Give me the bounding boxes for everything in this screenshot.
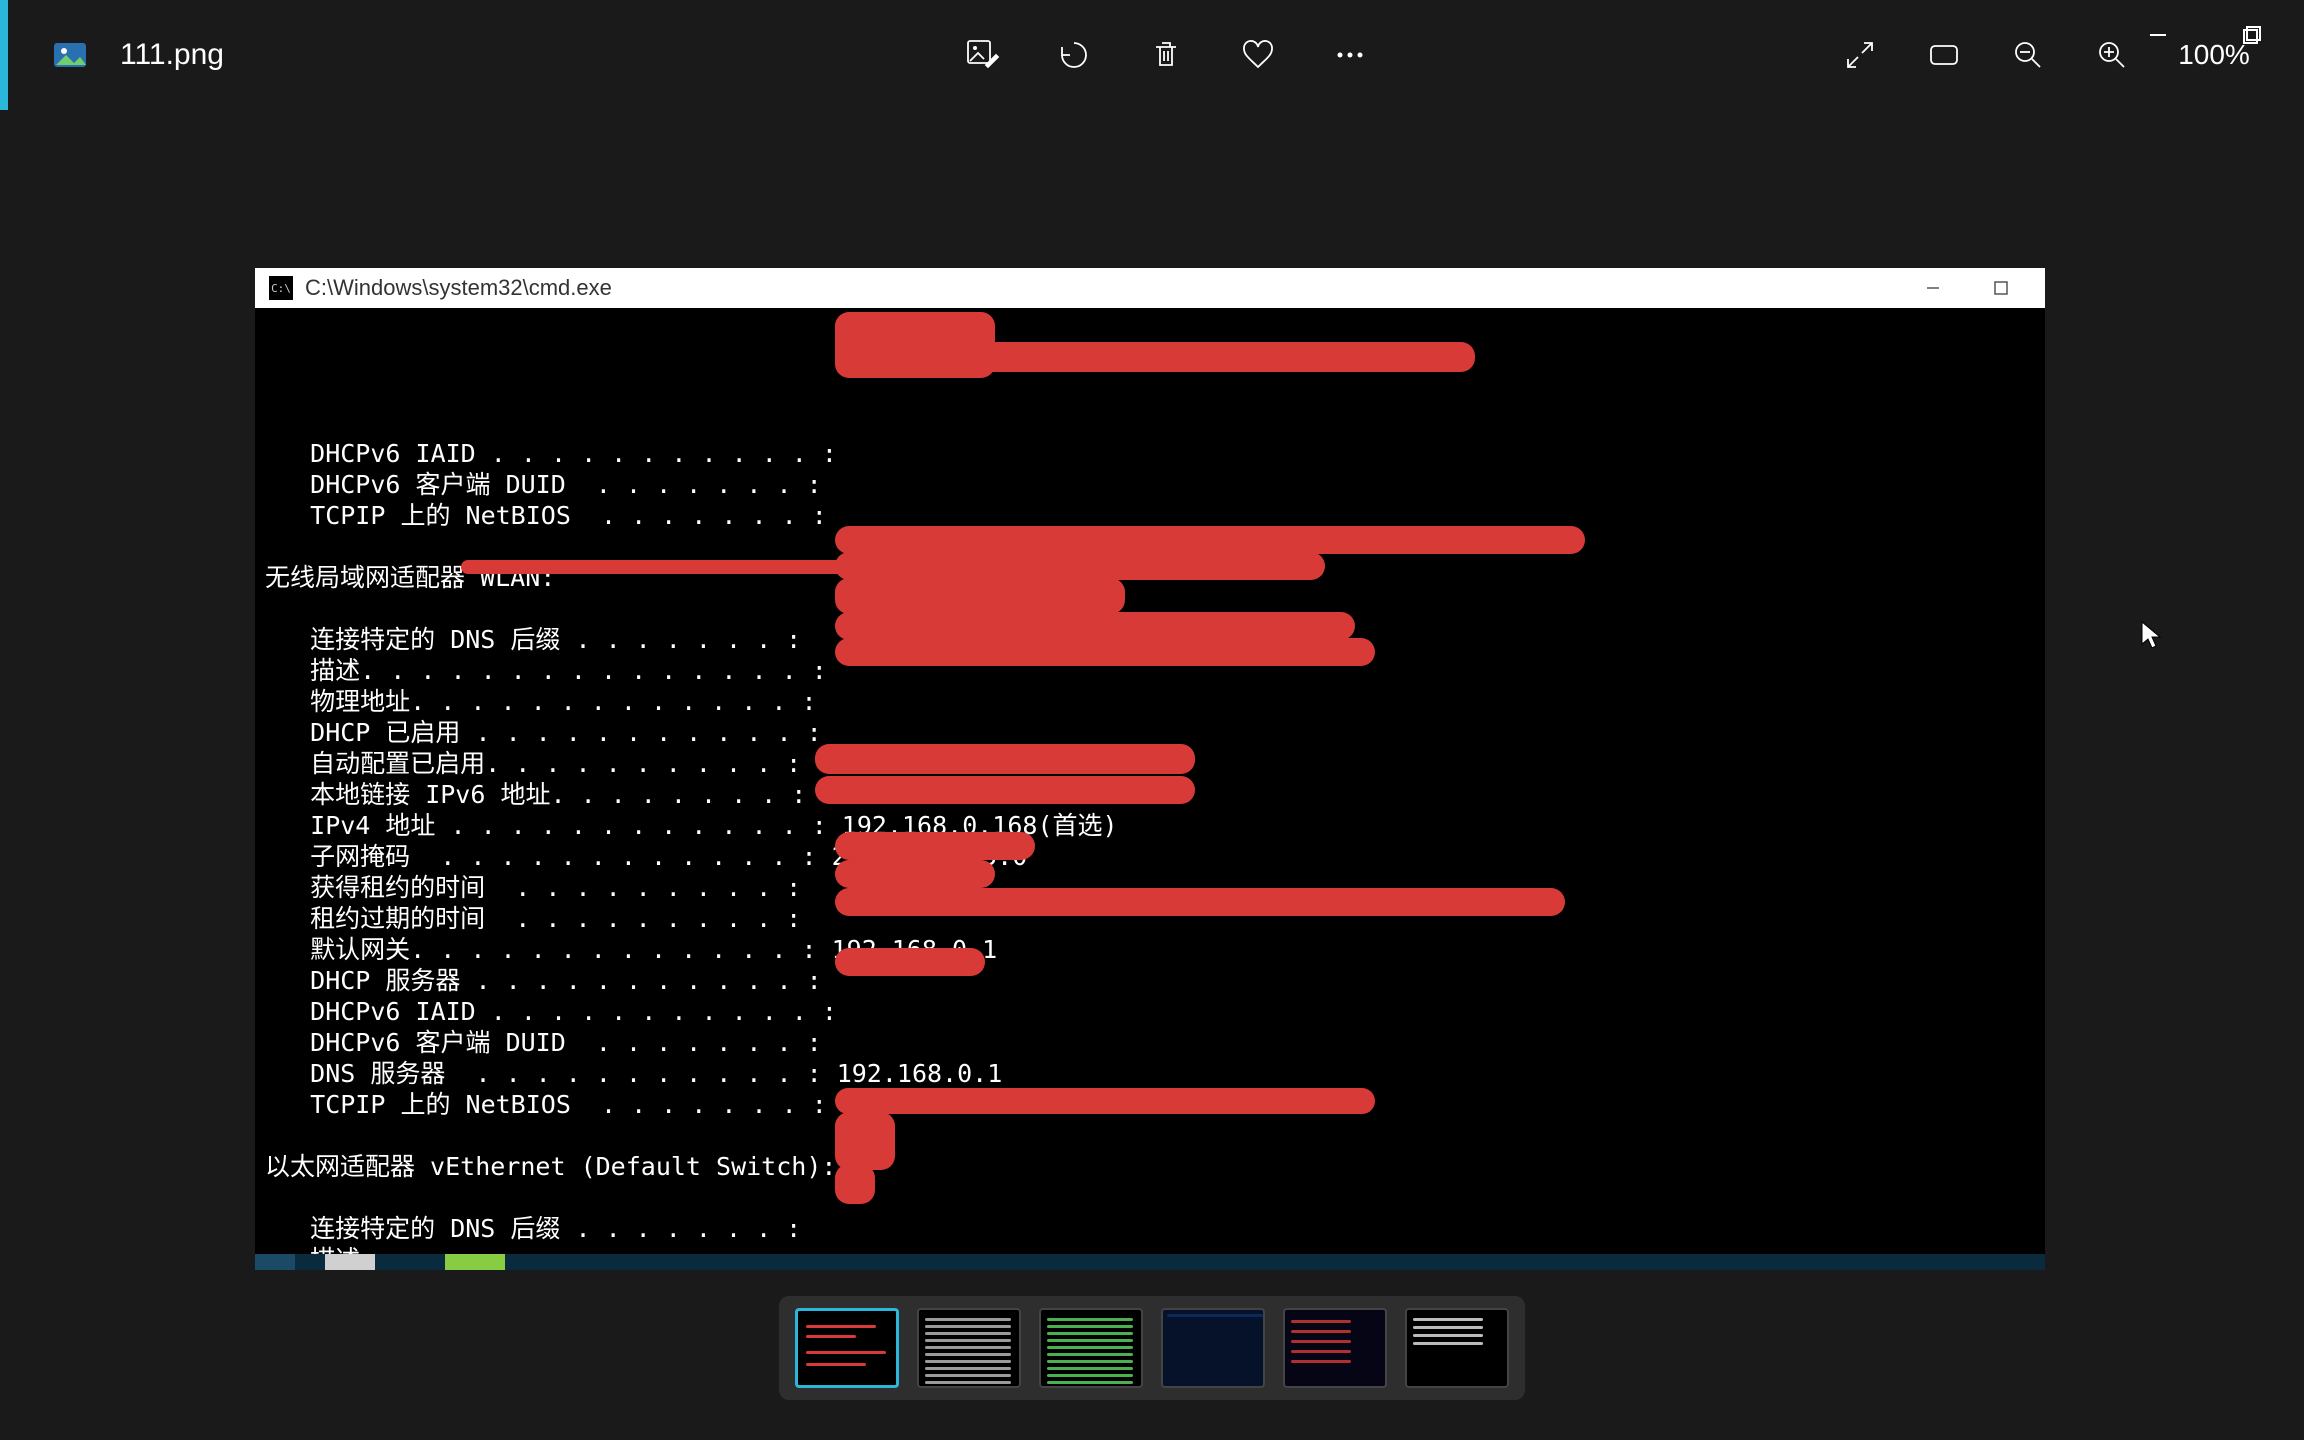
cmd-window-titlebar: C:\ C:\Windows\system32\cmd.exe bbox=[255, 268, 2045, 308]
redaction-mark bbox=[815, 776, 1195, 804]
fit-to-window-button[interactable] bbox=[1922, 33, 1966, 77]
cmd-output-line: DHCPv6 客户端 DUID . . . . . . . : bbox=[265, 1027, 2035, 1058]
image-viewport[interactable]: C:\ C:\Windows\system32\cmd.exe DHCPv6 I… bbox=[255, 268, 2045, 1270]
cmd-output-line: DHCPv6 IAID . . . . . . . . . . . : bbox=[265, 996, 2035, 1027]
zoom-out-button[interactable] bbox=[2006, 33, 2050, 77]
cmd-output-line bbox=[265, 1120, 2035, 1151]
edit-image-button[interactable] bbox=[960, 33, 1004, 77]
thumbnail-item[interactable] bbox=[917, 1308, 1021, 1388]
cmd-output-line: DNS 服务器 . . . . . . . . . . . : 192.168.… bbox=[265, 1058, 2035, 1089]
redaction-mark bbox=[461, 560, 861, 574]
app-toolbar: 111.png 100% bbox=[0, 0, 2304, 110]
cmd-output-line: IPv4 地址 . . . . . . . . . . . . : 192.16… bbox=[265, 810, 2035, 841]
cmd-output-line: DHCPv6 客户端 DUID . . . . . . . : bbox=[265, 469, 2035, 500]
redaction-mark bbox=[835, 526, 1585, 554]
zoom-in-button[interactable] bbox=[2090, 33, 2134, 77]
thumbnail-item[interactable] bbox=[1161, 1308, 1265, 1388]
redaction-mark bbox=[835, 578, 1125, 614]
redaction-mark bbox=[815, 744, 1195, 774]
rotate-button[interactable] bbox=[1052, 33, 1096, 77]
cmd-output-line: 以太网适配器 vEthernet (Default Switch): bbox=[265, 1151, 2035, 1182]
screenshot-taskbar-sliver bbox=[255, 1254, 2045, 1270]
redaction-mark bbox=[835, 1088, 1375, 1114]
cmd-output-area: DHCPv6 IAID . . . . . . . . . . . : DHCP… bbox=[255, 308, 2045, 1254]
cmd-window-controls bbox=[1923, 278, 2031, 298]
cmd-window-title: C:\Windows\system32\cmd.exe bbox=[305, 275, 612, 301]
window-minimize-button[interactable] bbox=[2136, 13, 2180, 57]
redaction-mark bbox=[835, 860, 995, 888]
thumbnail-item[interactable] bbox=[795, 1308, 899, 1388]
cmd-minimize-icon bbox=[1923, 278, 1943, 298]
more-options-button[interactable] bbox=[1328, 33, 1372, 77]
fullscreen-button[interactable] bbox=[1838, 33, 1882, 77]
file-name-label: 111.png bbox=[120, 38, 224, 72]
redaction-mark bbox=[835, 1164, 875, 1204]
delete-button[interactable] bbox=[1144, 33, 1188, 77]
cmd-output-line: 子网掩码 . . . . . . . . . . . . : 255.255.2… bbox=[265, 841, 2035, 872]
cmd-output-line bbox=[265, 1182, 2035, 1213]
cmd-output-line: 默认网关. . . . . . . . . . . . . : 192.168.… bbox=[265, 934, 2035, 965]
cmd-output-line: DHCPv6 IAID . . . . . . . . . . . : bbox=[265, 438, 2035, 469]
cmd-output-line: 描述. . . . . . . . . . . . . . . : bbox=[265, 1244, 2035, 1254]
window-controls bbox=[2136, 0, 2274, 70]
mouse-cursor-icon bbox=[2140, 620, 2162, 650]
redaction-mark bbox=[835, 638, 1375, 666]
cmd-output-line: 物理地址. . . . . . . . . . . . . : bbox=[265, 686, 2035, 717]
thumbnail-item[interactable] bbox=[1039, 1308, 1143, 1388]
redaction-mark bbox=[835, 888, 1565, 916]
redaction-mark bbox=[835, 948, 985, 976]
redaction-mark bbox=[835, 552, 1325, 580]
cmd-maximize-icon bbox=[1991, 278, 2011, 298]
cmd-window-icon: C:\ bbox=[269, 276, 293, 300]
thumbnail-filmstrip bbox=[779, 1296, 1525, 1400]
redaction-mark bbox=[835, 1112, 895, 1170]
redaction-mark bbox=[835, 612, 1355, 640]
favorite-button[interactable] bbox=[1236, 33, 1280, 77]
redaction-mark bbox=[835, 832, 1035, 860]
thumbnail-item[interactable] bbox=[1405, 1308, 1509, 1388]
window-restore-button[interactable] bbox=[2230, 13, 2274, 57]
cmd-output-line: 连接特定的 DNS 后缀 . . . . . . . : bbox=[265, 1213, 2035, 1244]
thumbnail-item[interactable] bbox=[1283, 1308, 1387, 1388]
redaction-mark bbox=[835, 342, 1475, 372]
cmd-output-line: DHCP 服务器 . . . . . . . . . . . : bbox=[265, 965, 2035, 996]
toolbar-center-group bbox=[960, 33, 1372, 77]
app-icon bbox=[50, 35, 90, 75]
